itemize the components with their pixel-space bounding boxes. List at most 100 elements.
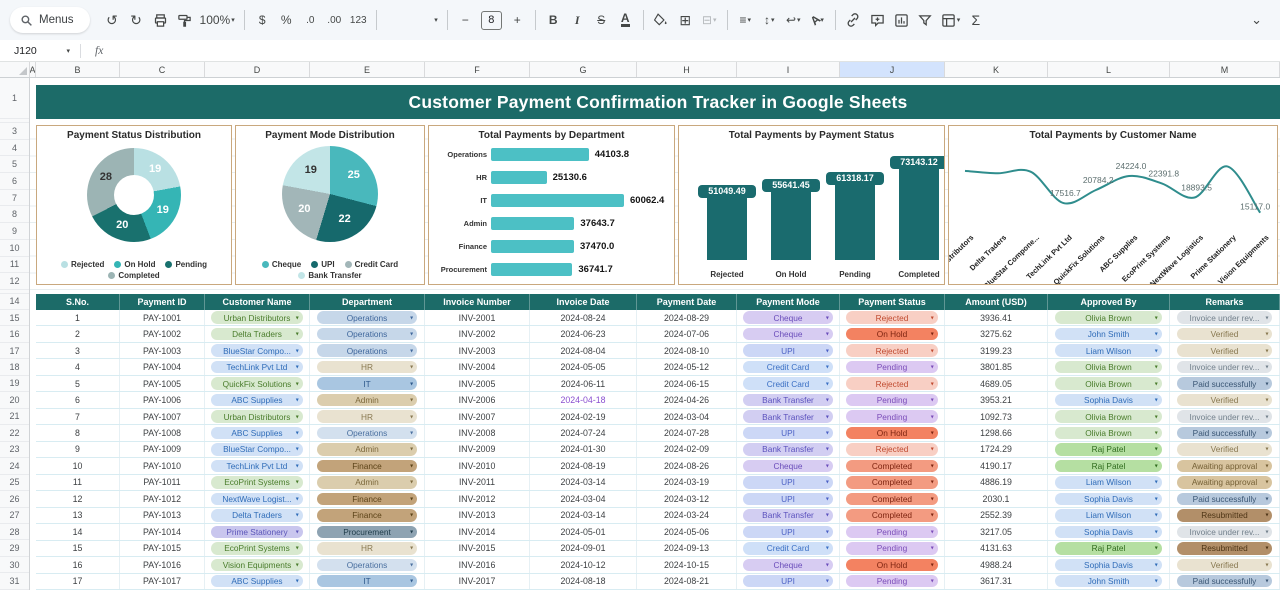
approved-by-pill[interactable]: Raj Patel▾ <box>1048 541 1170 556</box>
approved-by-pill[interactable]: Sophia Davis▾ <box>1048 524 1170 539</box>
invoice-number-cell[interactable]: INV-2012 <box>425 491 530 506</box>
remarks-pill[interactable]: Invoice under rev...▾ <box>1177 526 1273 539</box>
column-header-E[interactable]: E <box>310 62 425 77</box>
sno-cell[interactable]: 7 <box>36 409 120 424</box>
payment-mode-pill[interactable]: Credit Card▾ <box>743 361 833 374</box>
name-box[interactable]: J120 ▾ <box>0 45 76 57</box>
approved-by-pill[interactable]: Olivia Brown▾ <box>1048 359 1170 374</box>
payment-id-cell[interactable]: PAY-1008 <box>120 425 205 440</box>
sno-cell[interactable]: 4 <box>36 359 120 374</box>
payment-id-cell[interactable]: PAY-1009 <box>120 442 205 457</box>
approved-by-pill[interactable]: Liam Wilson▾ <box>1055 476 1161 489</box>
payment-mode-pill[interactable]: Cheque▾ <box>743 328 833 341</box>
amount-cell[interactable]: 4886.19 <box>945 475 1048 490</box>
chart-panel-3[interactable]: Total Payments by Payment Status51049.49… <box>678 125 945 285</box>
payment-status-pill[interactable]: Completed▾ <box>840 458 945 473</box>
payment-date-cell[interactable]: 2024-03-12 <box>637 491 737 506</box>
payment-id-cell[interactable]: PAY-1011 <box>120 475 205 490</box>
customer-pill[interactable]: NextWave Logist...▾ <box>211 493 303 506</box>
sno-cell[interactable]: 17 <box>36 574 120 589</box>
amount-cell[interactable]: 4190.17 <box>945 458 1048 473</box>
invoice-date-link[interactable]: 2024-04-18 <box>561 395 606 405</box>
row-number[interactable]: 29 <box>0 540 29 556</box>
department-pill[interactable]: Finance▾ <box>310 508 425 523</box>
remarks-pill[interactable]: Verified▾ <box>1177 328 1273 341</box>
approved-by-pill[interactable]: Liam Wilson▾ <box>1048 508 1170 523</box>
amount-cell[interactable]: 3275.62 <box>945 326 1048 341</box>
approved-by-pill[interactable]: Sophia Davis▾ <box>1055 526 1161 539</box>
customer-pill[interactable]: ABC Supplies▾ <box>205 425 310 440</box>
functions-button[interactable]: Σ <box>964 8 987 32</box>
payment-status-pill[interactable]: Rejected▾ <box>846 311 938 324</box>
payment-date-cell[interactable]: 2024-08-29 <box>637 310 737 325</box>
customer-pill[interactable]: Urban Distributors▾ <box>205 310 310 325</box>
customer-pill[interactable]: ABC Supplies▾ <box>211 394 303 407</box>
customer-pill[interactable]: Prime Stationery▾ <box>205 524 310 539</box>
vertical-align-button[interactable]: ↕▾ <box>758 8 781 32</box>
department-pill[interactable]: Operations▾ <box>310 310 425 325</box>
department-pill[interactable]: Procurement▾ <box>317 526 417 539</box>
invoice-number-cell[interactable]: INV-2015 <box>425 541 530 556</box>
customer-pill[interactable]: Prime Stationery▾ <box>211 526 303 539</box>
remarks-pill[interactable]: Awaiting approval▾ <box>1177 460 1273 473</box>
column-header-payment-id[interactable]: Payment ID <box>120 294 205 310</box>
row-number[interactable]: 14 <box>0 294 29 310</box>
customer-pill[interactable]: TechLink Pvt Ltd▾ <box>211 460 303 473</box>
payment-status-pill[interactable]: On Hold▾ <box>846 328 938 341</box>
row-number[interactable]: 27 <box>0 508 29 524</box>
payment-date-cell[interactable]: 2024-05-12 <box>637 359 737 374</box>
payment-status-pill[interactable]: Pending▾ <box>840 409 945 424</box>
payment-mode-pill[interactable]: UPI▾ <box>743 427 833 440</box>
amount-cell[interactable]: 1724.29 <box>945 442 1048 457</box>
row-number[interactable]: 3 <box>0 123 29 140</box>
payment-mode-pill[interactable]: Bank Transfer▾ <box>737 508 840 523</box>
payment-mode-pill[interactable]: Bank Transfer▾ <box>737 392 840 407</box>
approved-by-pill[interactable]: Olivia Brown▾ <box>1055 410 1161 423</box>
department-pill[interactable]: Operations▾ <box>317 311 417 324</box>
bold-button[interactable]: B <box>542 8 565 32</box>
department-pill[interactable]: Admin▾ <box>310 475 425 490</box>
payment-mode-pill[interactable]: Credit Card▾ <box>737 359 840 374</box>
sno-cell[interactable]: 14 <box>36 524 120 539</box>
invoice-number-cell[interactable]: INV-2010 <box>425 458 530 473</box>
column-header-payment-date[interactable]: Payment Date <box>637 294 737 310</box>
remarks-pill[interactable]: Paid successfully▾ <box>1170 574 1280 589</box>
invoice-date-cell[interactable]: 2024-06-23 <box>530 326 637 341</box>
payment-id-cell[interactable]: PAY-1014 <box>120 524 205 539</box>
customer-pill[interactable]: QuickFix Solutions▾ <box>205 376 310 391</box>
invoice-date-cell[interactable]: 2024-03-04 <box>530 491 637 506</box>
row-number[interactable]: 6 <box>0 173 29 190</box>
department-pill[interactable]: Admin▾ <box>310 392 425 407</box>
format-percent-button[interactable]: % <box>275 8 298 32</box>
payment-status-pill[interactable]: Rejected▾ <box>846 443 938 456</box>
payment-status-pill[interactable]: Completed▾ <box>840 475 945 490</box>
payment-id-cell[interactable]: PAY-1002 <box>120 326 205 341</box>
row-number[interactable]: 30 <box>0 557 29 573</box>
paint-format-button[interactable] <box>173 8 196 32</box>
customer-pill[interactable]: Vision Equipments▾ <box>211 559 303 572</box>
row-number[interactable]: 10 <box>0 240 29 257</box>
sheet-title-banner[interactable]: Customer Payment Confirmation Tracker in… <box>36 85 1280 119</box>
payment-mode-pill[interactable]: UPI▾ <box>737 491 840 506</box>
department-pill[interactable]: Finance▾ <box>310 458 425 473</box>
invoice-number-cell[interactable]: INV-2001 <box>425 310 530 325</box>
payment-mode-pill[interactable]: Cheque▾ <box>743 460 833 473</box>
customer-pill[interactable]: TechLink Pvt Ltd▾ <box>205 359 310 374</box>
sno-cell[interactable]: 15 <box>36 541 120 556</box>
department-pill[interactable]: Operations▾ <box>310 425 425 440</box>
remarks-pill[interactable]: Paid successfully▾ <box>1177 427 1273 440</box>
invoice-number-cell[interactable]: INV-2008 <box>425 425 530 440</box>
payment-date-cell[interactable]: 2024-02-09 <box>637 442 737 457</box>
payment-mode-pill[interactable]: Cheque▾ <box>737 326 840 341</box>
column-header-M[interactable]: M <box>1170 62 1280 77</box>
payment-status-pill[interactable]: Pending▾ <box>840 524 945 539</box>
row-number[interactable]: 1 <box>0 78 29 119</box>
row-number[interactable]: 5 <box>0 156 29 173</box>
payment-status-pill[interactable]: On Hold▾ <box>846 427 938 440</box>
customer-pill[interactable]: BlueStar Compo...▾ <box>205 442 310 457</box>
remarks-pill[interactable]: Paid successfully▾ <box>1170 491 1280 506</box>
chart-panel-0[interactable]: Payment Status Distribution19192028Rejec… <box>36 125 232 285</box>
column-header-customer[interactable]: Customer Name <box>205 294 310 310</box>
invoice-number-cell[interactable]: INV-2004 <box>425 359 530 374</box>
payment-status-pill[interactable]: Rejected▾ <box>840 310 945 325</box>
